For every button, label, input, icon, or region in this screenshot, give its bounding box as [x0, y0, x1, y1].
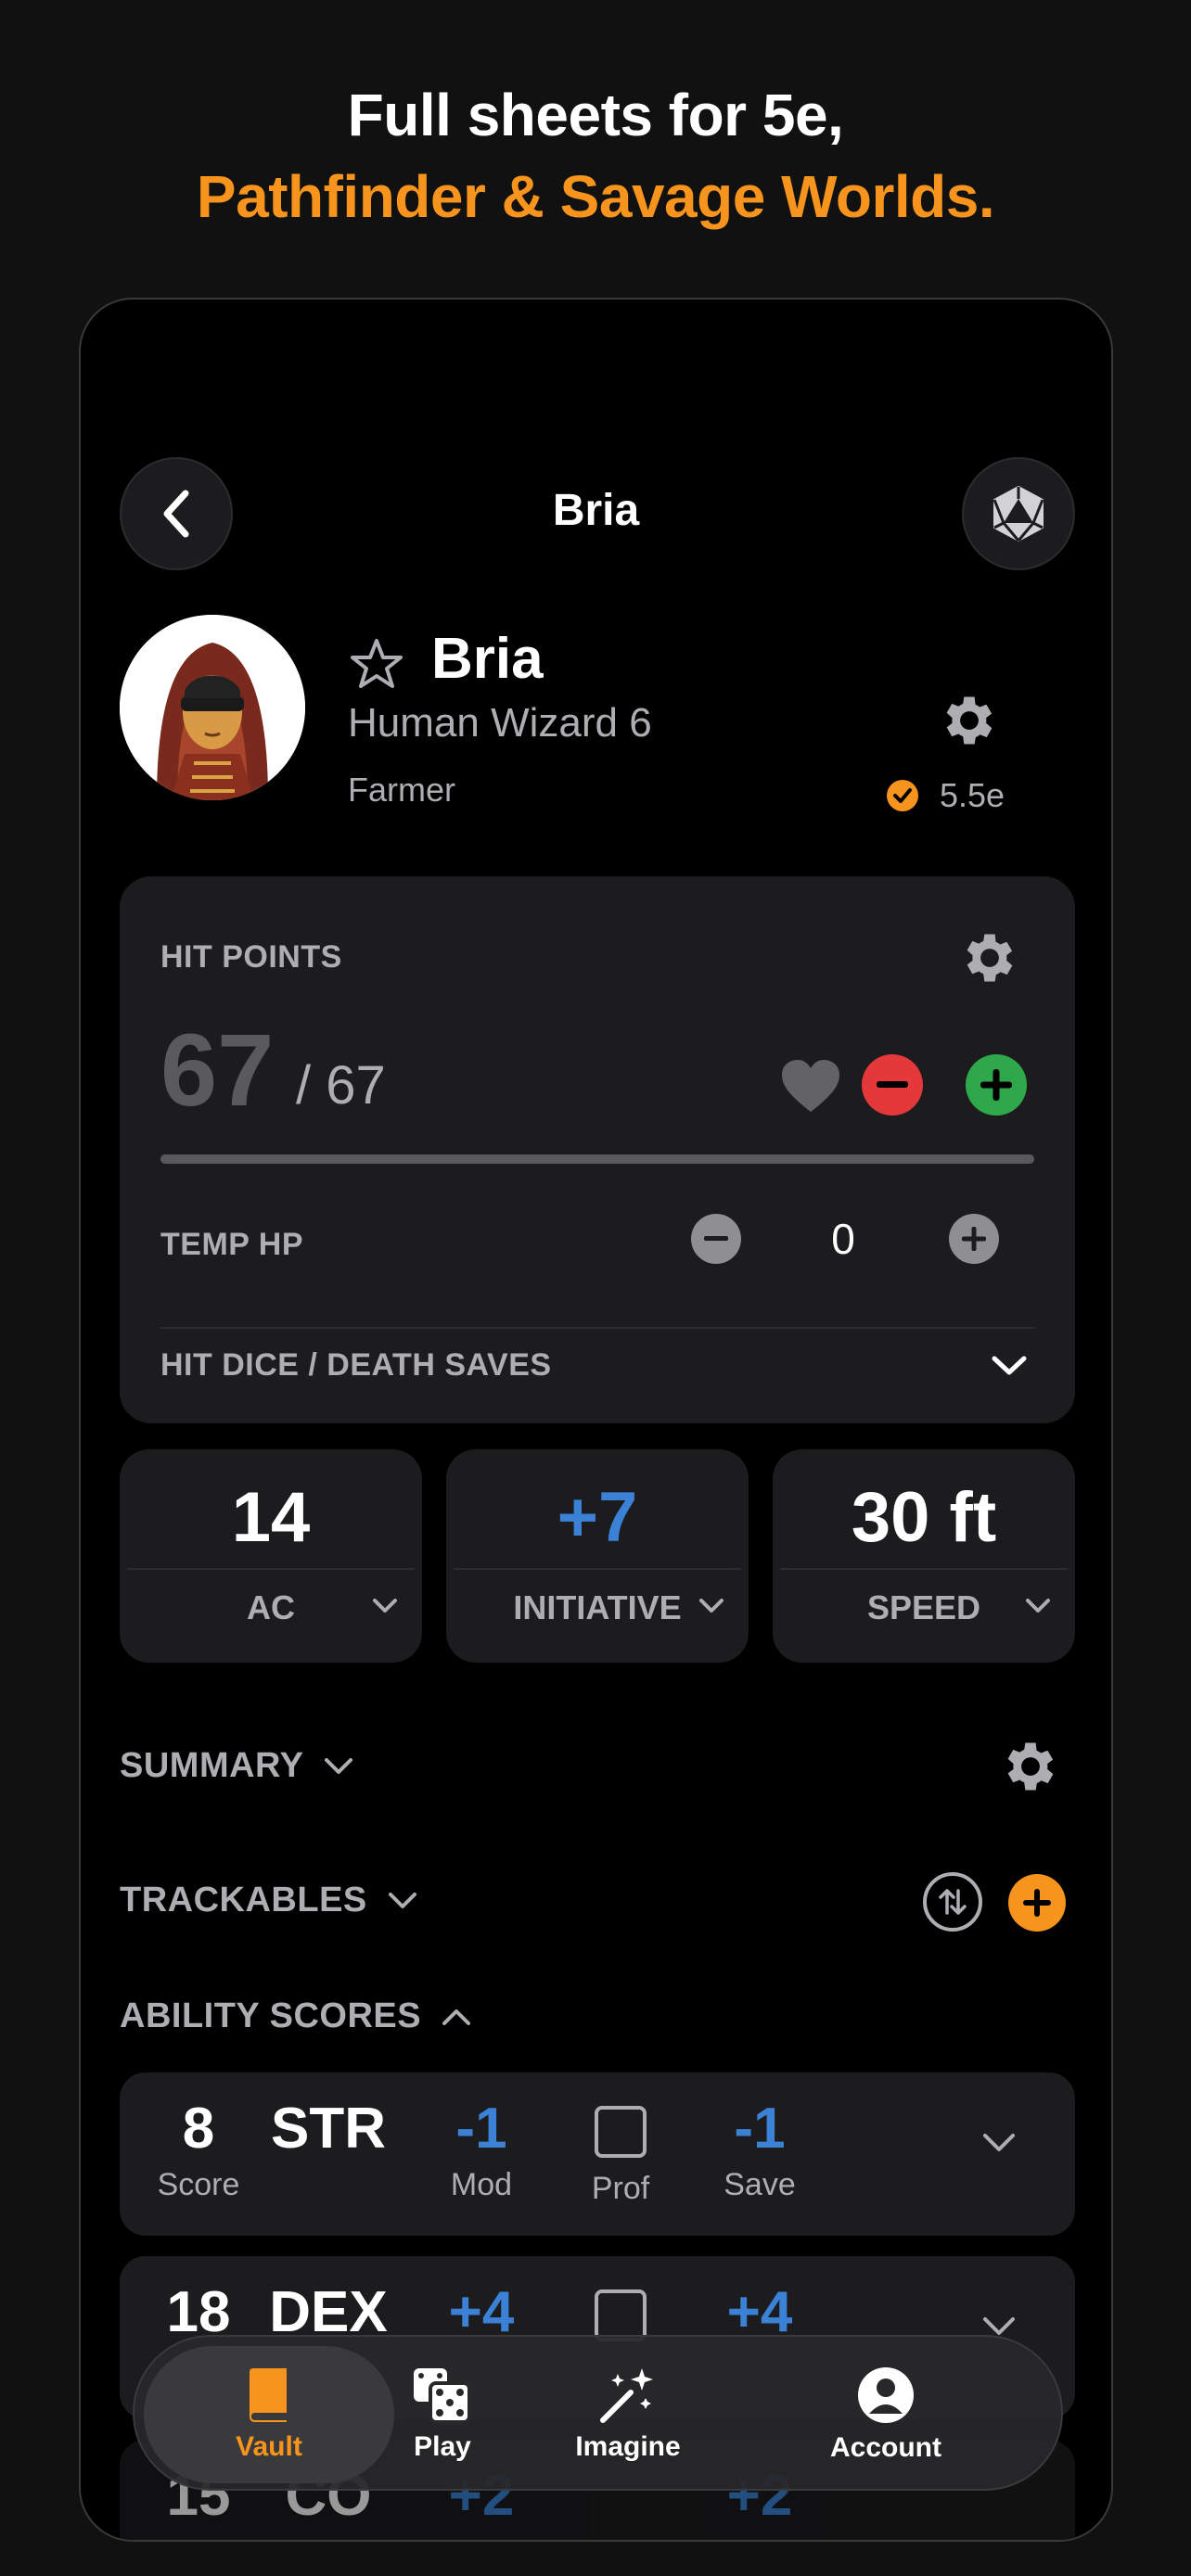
chevron-down-icon[interactable]: [992, 1355, 1027, 1382]
tab-vault-label: Vault: [236, 2431, 302, 2462]
chevron-down-icon[interactable]: [982, 2132, 1016, 2154]
trackables-section-toggle[interactable]: TRACKABLES: [120, 1881, 417, 1920]
hp-bar-fill: [160, 1154, 1034, 1164]
tab-play[interactable]: Play: [350, 2346, 535, 2483]
heart-icon[interactable]: [780, 1058, 841, 1118]
summary-label: SUMMARY: [120, 1746, 304, 1785]
tab-account-label: Account: [830, 2432, 941, 2463]
speed-value: 30 ft: [851, 1478, 997, 1557]
character-settings-button[interactable]: [938, 689, 1001, 757]
tab-play-label: Play: [414, 2431, 471, 2462]
ability-prof-cell: Prof: [565, 2106, 676, 2207]
person-icon: [858, 2367, 914, 2423]
character-portrait-image: [120, 615, 305, 800]
divider: [127, 1568, 415, 1570]
hit-dice-death-saves-toggle[interactable]: HIT DICE / DEATH SAVES: [160, 1347, 552, 1384]
prof-label: Prof: [591, 2171, 650, 2206]
add-trackable-button[interactable]: [1008, 1874, 1066, 1932]
ability-save: -1: [734, 2097, 786, 2161]
temp-hp-label: TEMP HP: [160, 1227, 304, 1262]
hp-decrease-button[interactable]: [862, 1054, 923, 1116]
chevron-down-icon: [1026, 1599, 1050, 1613]
ruleset-badge[interactable]: 5.5e: [886, 776, 1005, 815]
mod-label: Mod: [450, 2167, 513, 2202]
temp-hp-value[interactable]: 0: [797, 1214, 890, 1264]
ability-score-cell: 8 Score: [138, 2097, 259, 2203]
speed-box[interactable]: 30 ft SPEED: [773, 1449, 1075, 1663]
temp-hp-decrease-button[interactable]: [691, 1214, 741, 1264]
chevron-down-icon: [388, 1892, 416, 1908]
character-class: Human Wizard 6: [348, 700, 652, 746]
tab-bar: Vault Play Imagine Account: [133, 2335, 1063, 2491]
character-avatar[interactable]: [120, 615, 305, 800]
save-label: Save: [724, 2167, 796, 2202]
chevron-up-icon: [442, 2009, 471, 2025]
divider: [780, 1568, 1068, 1570]
divider: [454, 1568, 741, 1570]
tab-imagine[interactable]: Imagine: [526, 2346, 730, 2483]
hp-increase-button[interactable]: [966, 1054, 1027, 1116]
ability-name-cell: STR: [268, 2097, 389, 2162]
score-label: Score: [157, 2167, 240, 2202]
hit-points-card: HIT POINTS 67 / 67 TEMP HP 0 HIT DICE / …: [120, 876, 1075, 1423]
phone-screen: Bria Bria Human Wizard 6 Farmer 5.5e HIT…: [79, 298, 1113, 2542]
plus-icon: [1023, 1889, 1051, 1917]
plus-icon: [980, 1069, 1012, 1101]
check-circle-icon: [887, 780, 918, 811]
summary-settings-button[interactable]: [999, 1735, 1062, 1803]
dice-icon: [414, 2368, 471, 2424]
temp-hp-increase-button[interactable]: [949, 1214, 999, 1264]
reorder-button[interactable]: [923, 1872, 982, 1932]
ac-value: 14: [231, 1478, 311, 1557]
character-background: Farmer: [348, 771, 455, 809]
d20-icon: [992, 485, 1044, 542]
nav-title: Bria: [552, 486, 640, 535]
chevron-down-icon: [325, 1757, 353, 1774]
ability-prof-cell: [565, 2289, 676, 2341]
minus-icon: [877, 1081, 908, 1088]
ability-scores-section-toggle[interactable]: ABILITY SCORES: [120, 1996, 471, 2036]
arrows-up-down-icon: [939, 1889, 967, 1915]
proficiency-checkbox[interactable]: [595, 2289, 647, 2341]
chevron-down-icon: [373, 1599, 397, 1613]
ability-save-cell: -1 Save: [695, 2097, 825, 2203]
minus-icon: [704, 1236, 728, 1241]
ability-row-str[interactable]: 8 Score STR -1 Mod Prof -1 Save: [120, 2072, 1075, 2236]
plus-icon: [962, 1227, 986, 1251]
hp-max: / 67: [296, 1055, 386, 1116]
ability-mod-cell: -1 Mod: [416, 2097, 546, 2203]
summary-section-toggle[interactable]: SUMMARY: [120, 1746, 353, 1786]
favorite-star-icon[interactable]: [350, 638, 403, 695]
initiative-value: +7: [557, 1478, 638, 1557]
ability-scores-label: ABILITY SCORES: [120, 1996, 422, 2035]
trackables-label: TRACKABLES: [120, 1881, 367, 1919]
magic-wand-icon: [600, 2368, 653, 2423]
proficiency-checkbox[interactable]: [595, 2106, 647, 2158]
divider: [160, 1327, 1034, 1329]
gear-icon: [967, 934, 1013, 982]
dice-roller-button[interactable]: [962, 457, 1075, 570]
headline: Full sheets for 5e, Pathfinder & Savage …: [0, 74, 1191, 237]
hp-bar-track: [160, 1154, 1034, 1164]
headline-line-1: Full sheets for 5e,: [347, 82, 844, 148]
hp-current[interactable]: 67: [160, 1015, 274, 1127]
headline-line-2: Pathfinder & Savage Worlds.: [196, 163, 995, 230]
chevron-down-icon: [699, 1599, 724, 1613]
tab-account[interactable]: Account: [775, 2346, 997, 2483]
hit-points-settings-button[interactable]: [958, 926, 1021, 994]
gear-icon: [1007, 1742, 1054, 1791]
character-name: Bria: [431, 627, 544, 691]
gear-icon: [946, 696, 992, 745]
hit-points-label: HIT POINTS: [160, 939, 342, 975]
ruleset-label: 5.5e: [940, 776, 1005, 814]
ability-score: 8: [182, 2097, 215, 2161]
initiative-box[interactable]: +7 INITIATIVE: [446, 1449, 749, 1663]
ability-mod: -1: [455, 2097, 507, 2161]
ability-name: STR: [271, 2097, 386, 2161]
book-icon: [250, 2368, 287, 2422]
tab-imagine-label: Imagine: [575, 2431, 681, 2462]
armor-class-box[interactable]: 14 AC: [120, 1449, 422, 1663]
